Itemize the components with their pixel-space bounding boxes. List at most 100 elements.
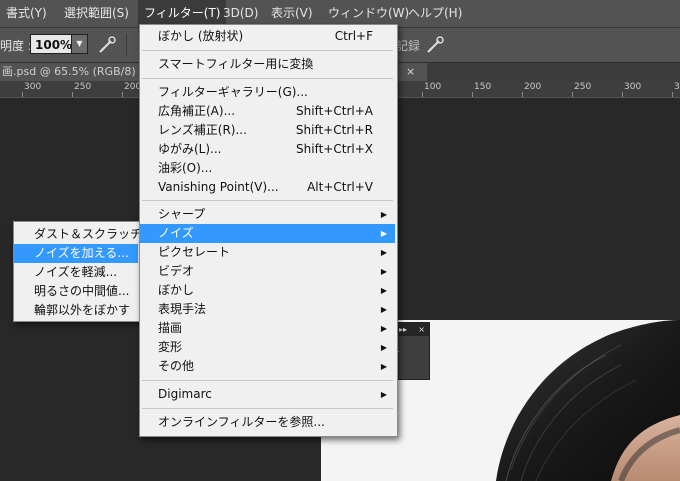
menu-item-label: ノイズ	[158, 226, 194, 240]
menu-divider	[142, 200, 393, 201]
opacity-dropdown-button[interactable]: ▼	[71, 34, 88, 54]
menu-item-label: ダスト＆スクラッチ...	[34, 227, 154, 241]
menu-item-label: ぼかし	[158, 283, 195, 297]
filter-menu-item[interactable]: その他 ▶	[140, 357, 395, 376]
opacity-input[interactable]: 100%	[30, 34, 72, 54]
menu-item-shortcut: Alt+Ctrl+V	[307, 180, 373, 194]
menu-item-label: シャープ	[158, 207, 206, 221]
menu-item-label: ノイズを加える...	[34, 246, 129, 260]
ruler-tick	[672, 92, 673, 97]
ruler-label: 250	[74, 82, 92, 92]
filter-menu-item[interactable]: ビデオ ▶	[140, 262, 395, 281]
menu-divider	[142, 380, 393, 381]
menu-divider	[142, 78, 393, 79]
menu-item-label: 輪郭以外をぼかす	[34, 303, 131, 317]
menu-divider	[142, 50, 393, 51]
ruler-tick	[122, 92, 123, 97]
ruler-label: 350	[674, 82, 680, 92]
menu-item-label: Vanishing Point(V)...	[158, 180, 279, 194]
submenu-arrow-icon: ▶	[380, 362, 387, 371]
filter-menu-item[interactable]: ぼかし (放射状) Ctrl+F	[140, 27, 395, 46]
filter-menu-item[interactable]: 描画 ▶	[140, 319, 395, 338]
noise-submenu: ダスト＆スクラッチ... ノイズを加える... ノイズを軽減... 明るさの中間値..…	[13, 221, 153, 322]
filter-menu-item[interactable]: Vanishing Point(V)... Alt+Ctrl+V	[140, 178, 395, 197]
menu-item-label: ビデオ	[158, 264, 195, 278]
filter-menu-item[interactable]: ゆがみ(L)... Shift+Ctrl+X	[140, 140, 395, 159]
ruler-label: 300	[624, 82, 642, 92]
close-icon[interactable]: ×	[418, 323, 425, 336]
ruler-label: 150	[474, 82, 492, 92]
ruler-label: 300	[24, 82, 42, 92]
menu-item-shortcut: Shift+Ctrl+A	[296, 104, 373, 118]
menu-item-label: 明るさの中間値...	[34, 284, 130, 298]
filter-menu-item[interactable]: ノイズ ▶	[140, 224, 395, 243]
menu-item-label: 広角補正(A)...	[158, 104, 236, 118]
filter-menu-item[interactable]: 表現手法 ▶	[140, 300, 395, 319]
filter-menu-item[interactable]: 広角補正(A)... Shift+Ctrl+A	[140, 102, 395, 121]
menu-item-label: スマートフィルター用に変換	[158, 57, 314, 71]
document-tab-title: 画.psd @ 65.5% (RGB/8) *	[2, 65, 145, 78]
filter-menu: ぼかし (放射状) Ctrl+F スマートフィルター用に変換 フィルターギャラリー(G…	[139, 24, 398, 437]
ruler-tick	[72, 92, 73, 97]
filter-menu-item[interactable]: オンラインフィルターを参照...	[140, 413, 395, 432]
chevron-down-icon: ▼	[76, 39, 83, 48]
noise-submenu-item[interactable]: 輪郭以外をぼかす	[14, 301, 138, 320]
ruler-tick	[572, 92, 573, 97]
menu-item-label: フィルターギャラリー(G)...	[158, 85, 308, 99]
pressure-brush-icon[interactable]	[425, 33, 447, 55]
menu-3d[interactable]: 3D(D)	[217, 0, 264, 27]
menu-item-label: その他	[158, 359, 195, 373]
ruler-label: 250	[574, 82, 592, 92]
menu-item-label: オンラインフィルターを参照...	[158, 415, 325, 429]
floating-panel: ▸▸ ×	[394, 322, 430, 380]
menu-item-label: 描画	[158, 321, 183, 335]
close-icon[interactable]: ×	[406, 63, 415, 81]
ruler-label: 200	[524, 82, 542, 92]
menu-item-shortcut: Shift+Ctrl+R	[295, 123, 373, 137]
noise-submenu-item[interactable]: ノイズを軽減...	[14, 263, 138, 282]
filter-menu-item[interactable]: スマートフィルター用に変換	[140, 55, 395, 74]
filter-menu-item[interactable]: フィルターギャラリー(G)...	[140, 83, 395, 102]
ruler-tick	[22, 92, 23, 97]
menu-select[interactable]: 選択範囲(S)	[58, 0, 135, 27]
noise-submenu-item[interactable]: ダスト＆スクラッチ...	[14, 225, 153, 244]
noise-submenu-item[interactable]: ノイズを加える...	[14, 244, 138, 263]
submenu-arrow-icon: ▶	[380, 305, 387, 314]
menu-view[interactable]: 表示(V)	[265, 0, 319, 27]
menu-item-label: ピクセレート	[158, 245, 231, 259]
ruler-tick	[472, 92, 473, 97]
ruler-label: 100	[424, 82, 442, 92]
panel-header[interactable]: ▸▸ ×	[395, 323, 429, 336]
airbrush-icon[interactable]	[97, 33, 119, 55]
noise-submenu-item[interactable]: 明るさの中間値...	[14, 282, 138, 301]
options-divider	[126, 34, 127, 56]
ruler-tick	[522, 92, 523, 97]
filter-menu-item[interactable]: ぼかし ▶	[140, 281, 395, 300]
expand-panel-icon[interactable]: ▸▸	[399, 323, 407, 336]
filter-menu-item[interactable]: ピクセレート ▶	[140, 243, 395, 262]
ruler-tick	[622, 92, 623, 97]
menu-filter[interactable]: フィルター(T)	[138, 0, 227, 27]
record-label: 記録	[396, 39, 421, 53]
opacity-label: 明度 :	[0, 39, 32, 53]
menu-item-label: レンズ補正(R)...	[158, 123, 247, 137]
submenu-arrow-icon: ▶	[380, 324, 387, 333]
menu-divider	[142, 408, 393, 409]
menu-item-shortcut: Ctrl+F	[334, 29, 373, 43]
menu-item-shortcut: Shift+Ctrl+X	[296, 142, 373, 156]
filter-menu-item[interactable]: 変形 ▶	[140, 338, 395, 357]
menu-item-label: 変形	[158, 340, 183, 354]
menu-format[interactable]: 書式(Y)	[0, 0, 53, 27]
menu-item-label: 油彩(O)...	[158, 161, 213, 175]
submenu-arrow-icon: ▶	[380, 210, 387, 219]
filter-menu-item[interactable]: レンズ補正(R)... Shift+Ctrl+R	[140, 121, 395, 140]
filter-menu-item[interactable]: Digimarc ▶	[140, 385, 395, 404]
submenu-arrow-icon: ▶	[380, 248, 387, 257]
menu-help[interactable]: ヘルプ(H)	[402, 0, 468, 27]
menu-item-label: ノイズを軽減...	[34, 265, 118, 279]
submenu-arrow-icon: ▶	[380, 390, 387, 399]
filter-menu-item[interactable]: シャープ ▶	[140, 205, 395, 224]
submenu-arrow-icon: ▶	[380, 229, 387, 238]
filter-menu-item[interactable]: 油彩(O)...	[140, 159, 395, 178]
submenu-arrow-icon: ▶	[380, 286, 387, 295]
